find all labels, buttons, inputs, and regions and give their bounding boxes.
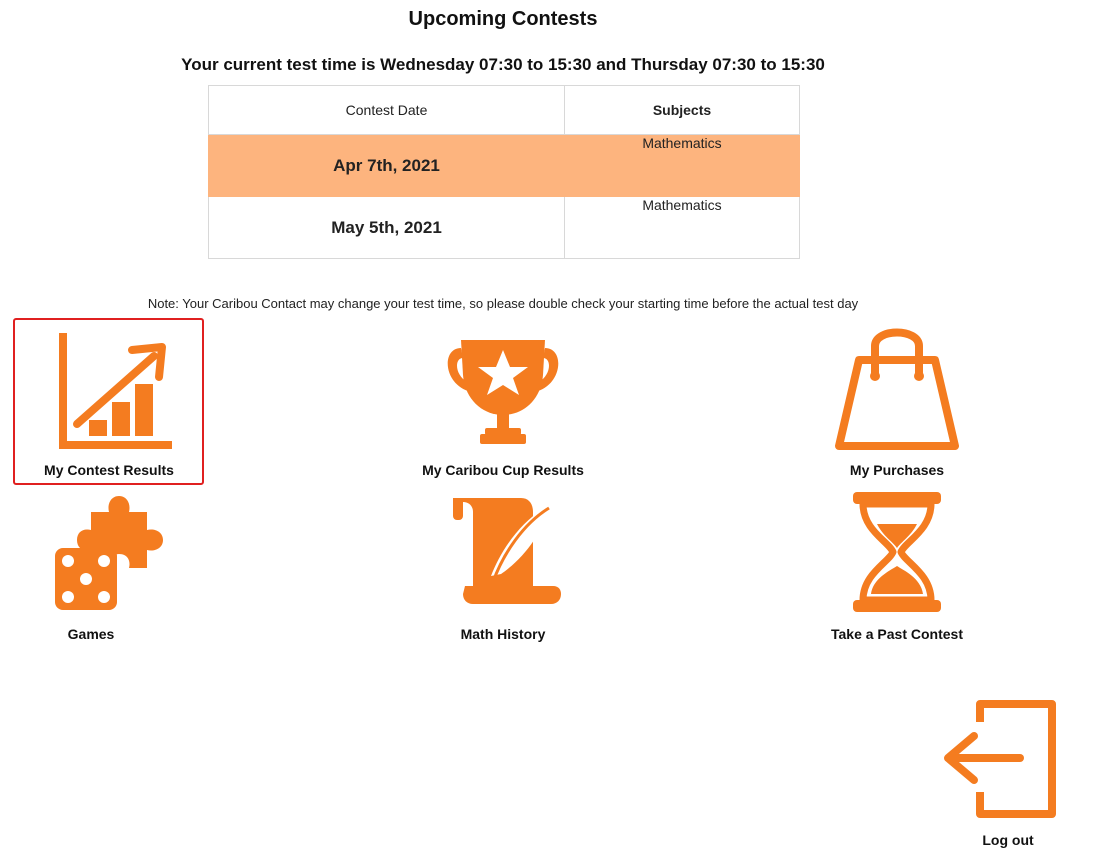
math-history-tile[interactable]: Math History xyxy=(403,490,603,645)
trophy-icon xyxy=(447,340,559,444)
logout-icon xyxy=(944,700,1056,818)
tile-label: My Caribou Cup Results xyxy=(422,462,584,478)
my-contest-results-tile[interactable]: My Contest Results xyxy=(9,330,209,485)
chart-growth-icon xyxy=(59,333,172,449)
take-past-contest-tile[interactable]: Take a Past Contest xyxy=(797,490,997,645)
tile-label: Take a Past Contest xyxy=(830,626,963,642)
my-purchases-tile[interactable]: My Purchases xyxy=(797,326,997,485)
tile-label: My Contest Results xyxy=(44,462,174,478)
column-header-subjects: Subjects xyxy=(564,85,800,135)
subject-cell: Mathematics xyxy=(564,134,800,197)
contest-date-cell: Apr 7th, 2021 xyxy=(208,134,565,197)
games-tile[interactable]: Games xyxy=(0,490,191,645)
tile-label: My Purchases xyxy=(849,462,945,478)
my-caribou-cup-results-tile[interactable]: My Caribou Cup Results xyxy=(403,330,603,485)
logout-label: Log out xyxy=(982,832,1034,848)
contest-date-cell: May 5th, 2021 xyxy=(208,196,565,259)
page: Upcoming Contests Your current test time… xyxy=(0,0,1098,850)
column-header-contest-date: Contest Date xyxy=(208,85,565,135)
table-header-row: Contest Date Subjects xyxy=(208,85,800,135)
scroll-quill-icon xyxy=(453,498,561,604)
test-time-info: Your current test time is Wednesday 07:3… xyxy=(181,55,825,74)
dice-puzzle-icon xyxy=(55,496,163,610)
tile-label: Math History xyxy=(460,626,546,642)
table-row: May 5th, 2021 Mathematics xyxy=(208,196,800,259)
shopping-bag-icon xyxy=(835,328,959,450)
table-row: Apr 7th, 2021 Mathematics xyxy=(208,134,800,197)
tile-label: Games xyxy=(67,626,115,642)
test-time-note: Note: Your Caribou Contact may change yo… xyxy=(147,296,859,311)
upcoming-contests-table: Contest Date Subjects Apr 7th, 2021 Math… xyxy=(208,85,800,259)
hourglass-icon xyxy=(853,492,941,612)
page-title: Upcoming Contests xyxy=(408,8,598,30)
subject-cell: Mathematics xyxy=(564,196,800,259)
logout-button[interactable]: Log out xyxy=(938,698,1078,850)
